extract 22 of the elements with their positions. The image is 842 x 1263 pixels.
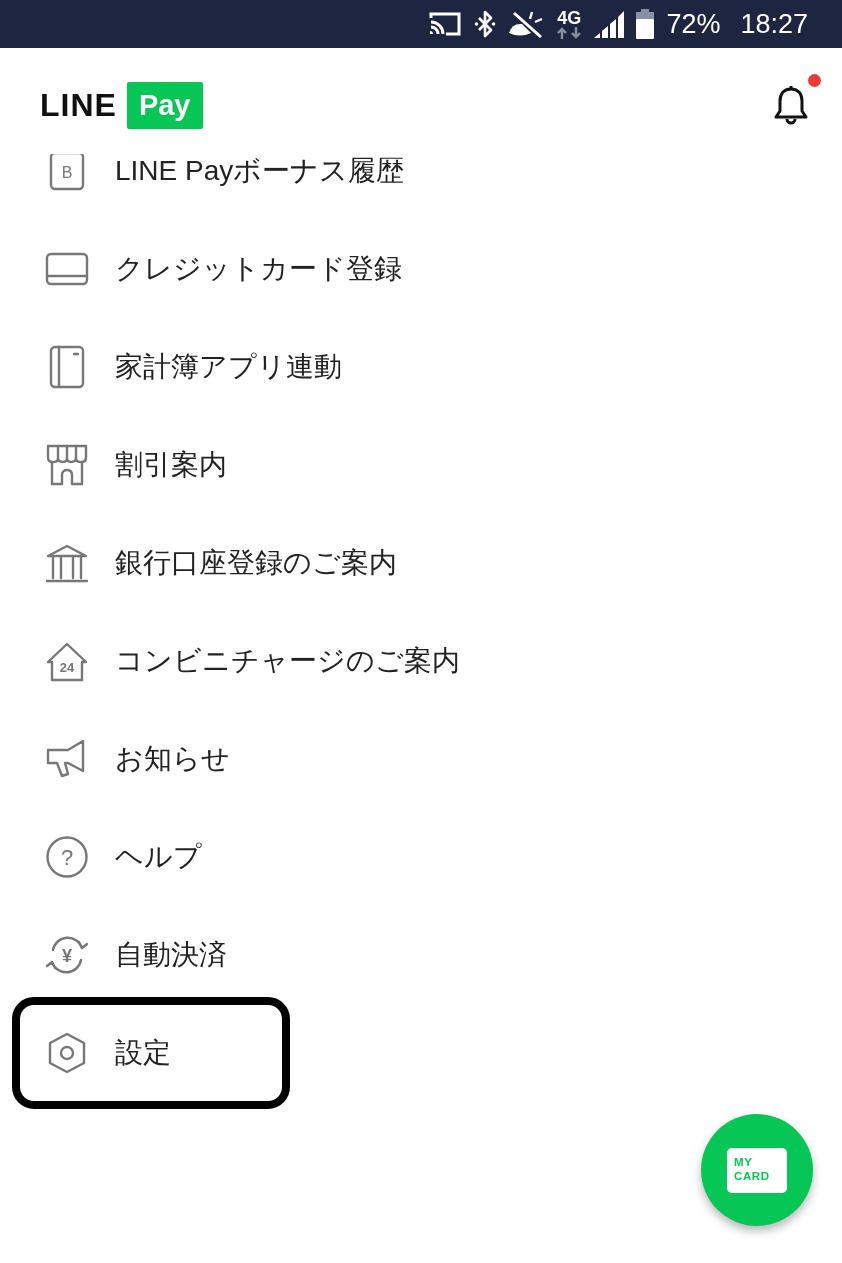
menu-item[interactable]: 24 コンビニチャージのご案内 [0,612,842,710]
menu-item[interactable]: 家計簿アプリ連動 [0,318,842,416]
help-icon: ? [45,835,89,879]
cast-icon [428,11,463,37]
signal-icon [594,10,625,38]
battery-icon [636,9,655,39]
slashed-dish-icon [508,10,545,38]
logo-badge: Pay [126,81,203,129]
menu-item[interactable]: 銀行口座登録のご案内 [0,514,842,612]
clock-text: 18:27 [740,10,808,38]
menu-item[interactable]: クレジットカード登録 [0,220,842,318]
menu-item[interactable]: ? ヘルプ [0,808,842,906]
menu-item[interactable]: 設定 [12,997,290,1109]
battery-text: 72% [666,10,721,38]
storefront-icon [45,443,89,487]
logo-text: LINE [40,89,117,121]
bluetooth-icon [474,10,497,38]
menu-item[interactable]: お知らせ [0,710,842,808]
menu-item[interactable]: B LINE Payボーナス履歴 [0,154,842,220]
menu-item[interactable]: 割引案内 [0,416,842,514]
network-type-text: 4G [557,9,582,27]
data-arrows-icon [556,27,583,39]
